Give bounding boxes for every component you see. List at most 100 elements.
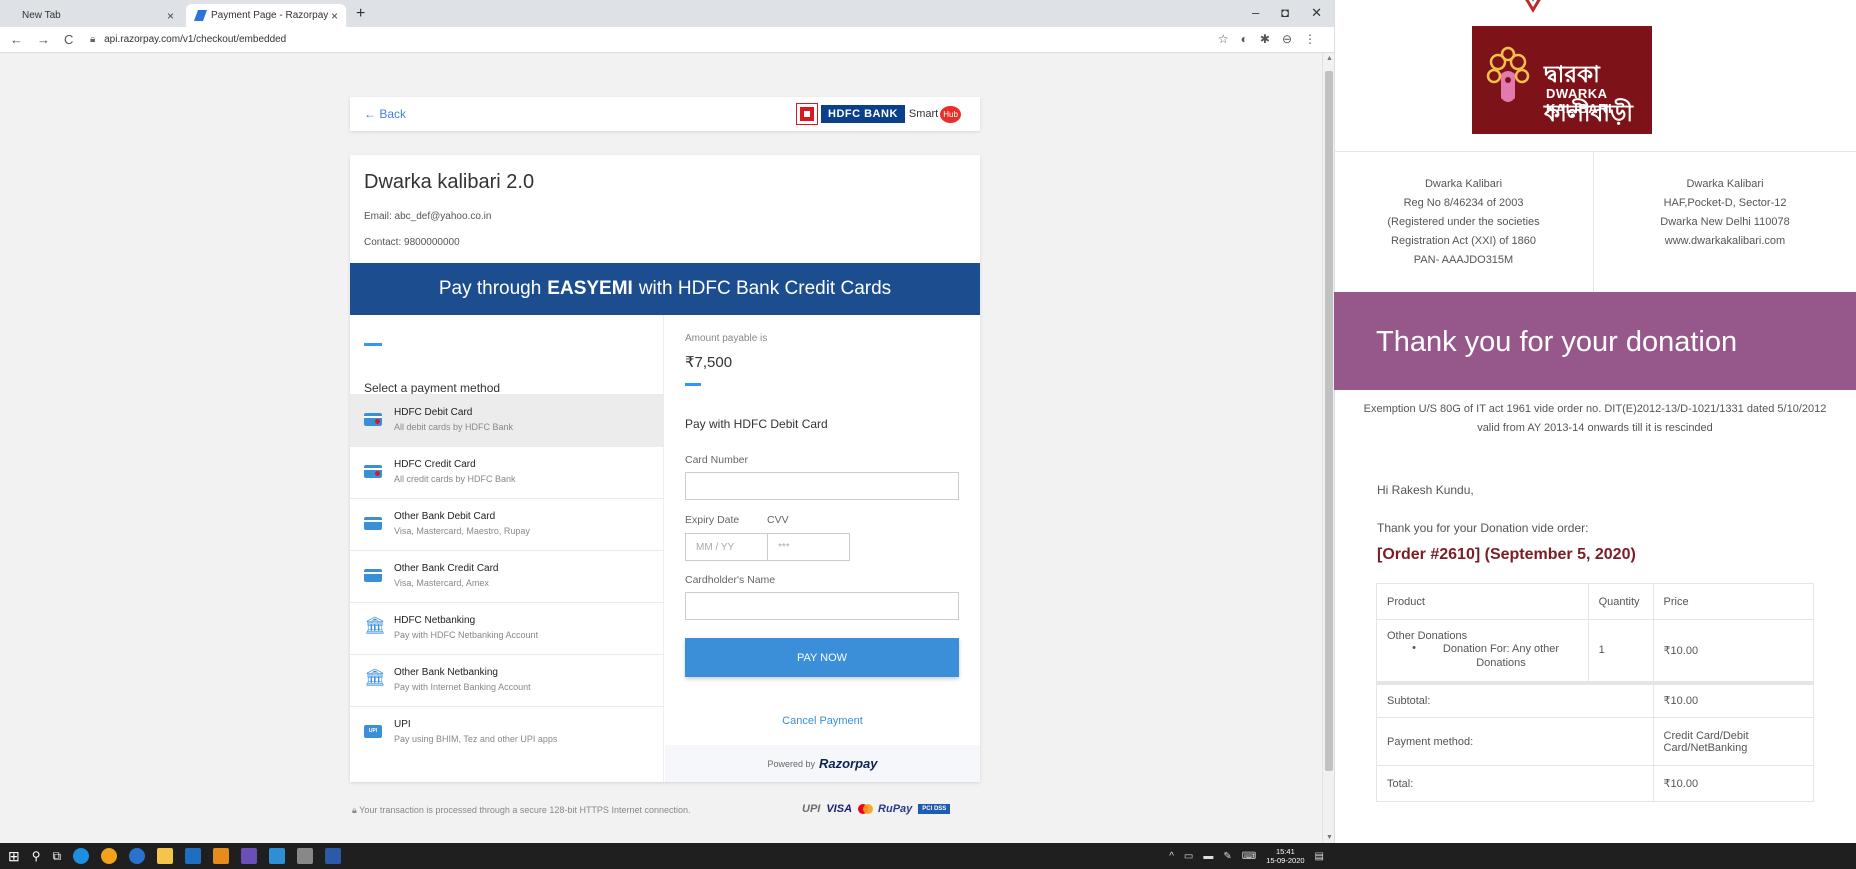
method-hdfc-credit-card[interactable]: HDFC Credit Card All credit cards by HDF… [350, 446, 664, 498]
tool-icon[interactable] [297, 848, 314, 864]
card-number-input[interactable] [685, 472, 959, 500]
method-hdfc-debit-card[interactable]: HDFC Debit Card All debit cards by HDFC … [350, 394, 664, 446]
banner-post: with HDFC Bank Credit Cards [638, 278, 892, 299]
network-icon[interactable]: ▭ [1184, 851, 1193, 862]
clock[interactable]: 15:41 15-09-2020 [1266, 847, 1304, 865]
payment-methods-list: Select a payment method HDFC Debit Card … [350, 315, 664, 782]
reload-button[interactable]: C [64, 32, 73, 47]
mastercard-logo [858, 804, 874, 814]
page-viewport: ← Back HDFC BANK Smart Hub Dwarka kaliba… [0, 53, 1322, 843]
minimize-button[interactable]: – [1252, 5, 1259, 21]
razorpay-favicon-icon [193, 10, 208, 21]
card-icon [364, 465, 382, 478]
payment-network-logos: UPI VISA RuPay PCI DSS [802, 803, 951, 815]
accent-dash [685, 383, 701, 386]
pci-dss-logo: PCI DSS [918, 804, 951, 814]
scrollbar-thumb[interactable] [1325, 71, 1333, 771]
method-subtitle: Visa, Mastercard, Amex [394, 578, 489, 588]
method-title: Other Bank Credit Card [394, 563, 499, 574]
table-row: Subtotal: ₹10.00 [1376, 680, 1815, 718]
payment-method-value: Credit Card/Debit Card/NetBanking [1652, 717, 1815, 766]
maximize-button[interactable]: ◘ [1281, 5, 1289, 21]
cardholder-name-input[interactable] [685, 592, 959, 620]
item-meta: • Donation For: Any other Donations [1387, 642, 1578, 670]
method-upi[interactable]: UPI UPI Pay using BHIM, Tez and other UP… [350, 706, 664, 758]
tray-chevron-icon[interactable]: ^ [1169, 851, 1174, 862]
dwarka-kalibari-logo: দ্বারকা কালীবাড়ী DWARKA KALIBARI [1472, 26, 1652, 134]
ie-icon[interactable] [73, 848, 90, 864]
file-explorer-icon[interactable] [157, 848, 174, 864]
outlook-icon[interactable] [185, 848, 202, 864]
back-link[interactable]: ← Back [364, 107, 406, 121]
search-icon[interactable]: ⚲ [32, 848, 41, 864]
order-title: [Order #2610] (September 5, 2020) [1377, 546, 1636, 563]
razorpay-logo: Razorpay [819, 756, 878, 771]
word-icon[interactable] [325, 848, 342, 864]
extensions-icon[interactable]: ✱ [1260, 32, 1270, 46]
browser-toolbar-icons: ☆ ◐ ✱ ⊖ ⋮ [1218, 32, 1316, 46]
close-tab-icon[interactable]: × [331, 9, 338, 23]
url-text: api.razorpay.com/v1/checkout/embedded [104, 34, 287, 45]
temple-emblem-icon [1486, 46, 1530, 102]
item-qty: 1 [1587, 619, 1654, 683]
back-nav-button[interactable]: ← [10, 32, 23, 47]
method-other-debit-card[interactable]: Other Bank Debit Card Visa, Mastercard, … [350, 498, 664, 550]
method-hdfc-netbanking[interactable]: 🏛︎ HDFC Netbanking Pay with HDFC Netbank… [350, 602, 664, 654]
cvv-input[interactable]: *** [767, 533, 850, 561]
easyemi-banner[interactable]: Pay through EASYEMI with HDFC Bank Credi… [350, 263, 980, 315]
card-number-label: Card Number [685, 454, 749, 466]
pay-now-button[interactable]: PAY NOW [685, 638, 959, 677]
edge-icon[interactable] [129, 848, 146, 864]
keyboard-icon[interactable]: ⌨ [1242, 851, 1256, 862]
smarthub-logo: Smart Hub [909, 105, 961, 123]
cancel-payment-link[interactable]: Cancel Payment [665, 715, 980, 727]
expiry-input[interactable]: MM / YY [685, 533, 768, 561]
hdfc-logo: HDFC BANK Smart Hub [796, 103, 961, 125]
total-label: Total: [1376, 765, 1654, 802]
app-icon[interactable] [213, 848, 230, 864]
subtotal-label: Subtotal: [1376, 680, 1654, 718]
secure-note-text: Your transaction is processed through a … [359, 805, 691, 815]
opera-icon[interactable]: ◐ [1241, 32, 1248, 46]
forward-nav-button[interactable]: → [37, 32, 50, 47]
red-arrow-icon [1525, 0, 1541, 13]
page-scrollbar[interactable]: ▲ ▼ [1322, 53, 1334, 843]
close-window-button[interactable]: ✕ [1311, 5, 1322, 21]
pen-icon[interactable]: ✎ [1223, 851, 1231, 862]
address-line: Dwarka Kalibari [1686, 178, 1764, 190]
menu-icon[interactable]: ⋮ [1304, 32, 1316, 46]
close-tab-icon[interactable]: × [167, 9, 174, 23]
address-line: Dwarka Kalibari [1424, 178, 1503, 190]
scroll-down-icon[interactable]: ▼ [1326, 834, 1333, 841]
method-other-netbanking[interactable]: 🏛︎ Other Bank Netbanking Pay with Intern… [350, 654, 664, 706]
battery-icon[interactable]: ▬ [1203, 851, 1213, 862]
exemption-line: Exemption U/S 80G of IT act 1961 vide or… [1363, 403, 1827, 415]
address-line: Registration Act (XXI) of 1860 [1391, 235, 1536, 247]
task-view-icon[interactable]: ⧉ [53, 848, 62, 864]
scroll-up-icon[interactable]: ▲ [1326, 55, 1333, 62]
windows-start-icon[interactable]: ⊞ [8, 848, 20, 864]
tab-label: Payment Page - Razorpay [211, 10, 329, 21]
method-subtitle: Pay using BHIM, Tez and other UPI apps [394, 734, 558, 744]
checkout-header: ← Back HDFC BANK Smart Hub [350, 97, 980, 131]
teams-icon[interactable] [241, 848, 258, 864]
notifications-icon[interactable]: ▤ [1315, 851, 1324, 862]
postal-address: Dwarka Kalibari HAF,Pocket-D, Sector-12 … [1595, 152, 1855, 292]
subtotal-value: ₹10.00 [1652, 680, 1815, 718]
url-field[interactable]: 🔒︎ api.razorpay.com/v1/checkout/embedded [90, 34, 286, 45]
method-title: Other Bank Debit Card [394, 511, 496, 522]
thank-you-banner: Thank you for your donation [1334, 292, 1856, 390]
method-other-credit-card[interactable]: Other Bank Credit Card Visa, Mastercard,… [350, 550, 664, 602]
column-header: Quantity [1587, 583, 1654, 620]
windows-taskbar: ⊞ ⚲ ⧉ ^ ▭ ▬ ✎ ⌨ 15:41 15-09-2020 ▤ [0, 843, 1334, 869]
new-tab-button[interactable]: + [356, 5, 365, 23]
mail-icon[interactable] [269, 848, 286, 864]
card-icon [364, 413, 382, 426]
chrome-icon[interactable] [101, 848, 118, 864]
tab-payment-page[interactable]: Payment Page - Razorpay × [186, 4, 346, 27]
tab-new-tab[interactable]: New Tab × [12, 4, 182, 27]
method-title: HDFC Credit Card [394, 459, 476, 470]
website-link[interactable]: www.dwarkakalibari.com [1595, 232, 1855, 251]
star-icon[interactable]: ☆ [1218, 32, 1229, 46]
profile-icon[interactable]: ⊖ [1282, 32, 1292, 46]
